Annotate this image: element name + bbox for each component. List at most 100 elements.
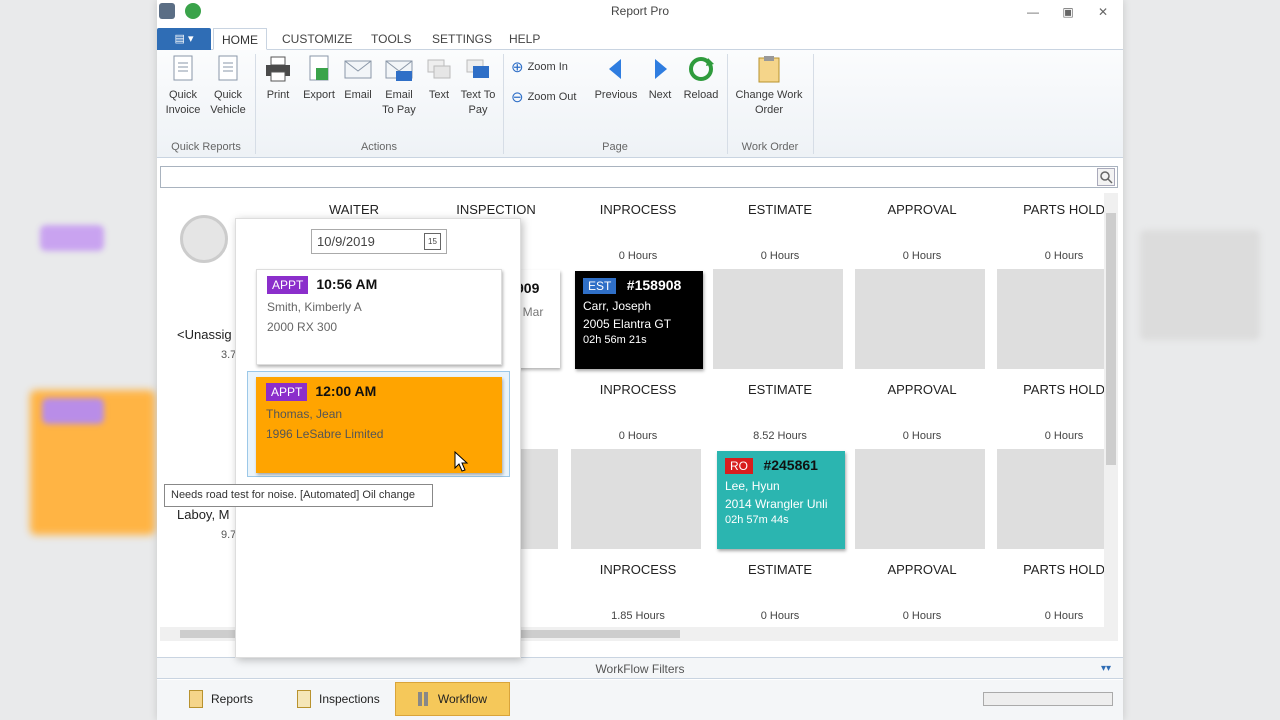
- unassigned-hours: 3.7: [221, 349, 237, 361]
- tab-customize[interactable]: CUSTOMIZE: [274, 28, 360, 50]
- work-order-card[interactable]: EST #158908 Carr, Joseph 2005 Elantra GT…: [575, 271, 703, 369]
- tab-inspections[interactable]: Inspections: [275, 682, 402, 716]
- window-title: Report Pro: [610, 4, 670, 18]
- ribbon-separator: [727, 54, 728, 154]
- tech-hours: 9.7: [221, 529, 237, 541]
- reload-button[interactable]: Reload: [681, 54, 721, 103]
- column-header-approval: APPROVAL: [887, 562, 957, 577]
- empty-slot: [571, 449, 701, 549]
- zoom-in-icon: ⊕: [511, 59, 524, 76]
- calendar-icon[interactable]: 15: [424, 233, 441, 250]
- email-to-pay-label: Email To Pay: [382, 89, 416, 116]
- chevron-down-icon[interactable]: ▾▾: [1101, 658, 1111, 680]
- zoom-in-button[interactable]: ⊕ Zoom In: [511, 58, 568, 76]
- card-tag: EST: [583, 278, 617, 294]
- export-icon: [304, 54, 334, 84]
- zoom-out-button[interactable]: ⊖ Zoom Out: [511, 88, 576, 106]
- group-label-work-order: Work Order: [741, 141, 799, 153]
- workflow-filters-bar[interactable]: WorkFlow Filters ▾▾: [157, 657, 1123, 679]
- search-icon[interactable]: [1097, 168, 1115, 186]
- column-hours: 0 Hours: [1044, 430, 1084, 442]
- column-header-parts-hold: PARTS HOLD: [1023, 382, 1105, 397]
- workflow-filters-label: WorkFlow Filters: [595, 662, 685, 676]
- change-work-order-label: Change Work Order: [735, 89, 803, 116]
- printer-icon: [263, 54, 293, 84]
- card-customer: Lee, Hyun: [725, 479, 780, 493]
- maximize-icon[interactable]: ▣: [1060, 4, 1076, 20]
- tab-help[interactable]: HELP: [501, 28, 548, 50]
- tab-inspections-label: Inspections: [319, 692, 380, 706]
- clipboard-icon: [189, 690, 203, 708]
- text-to-pay-button[interactable]: Text To Pay: [457, 54, 499, 118]
- quick-invoice-button[interactable]: Quick Invoice: [163, 54, 203, 118]
- card-elapsed: 02h 57m 44s: [725, 514, 789, 526]
- work-order-card[interactable]: RO #245861 Lee, Hyun 2014 Wrangler Unli …: [717, 451, 845, 549]
- appointment-time: 10:56 AM: [316, 276, 378, 292]
- unassigned-label: <Unassig: [177, 327, 232, 342]
- appointment-card[interactable]: APPT 10:56 AM Smith, Kimberly A 2000 RX 3…: [256, 269, 502, 365]
- email-button[interactable]: Email: [341, 54, 375, 103]
- title-bar: Report Pro — ▣ ✕: [157, 0, 1123, 24]
- card-vehicle: 2005 Elantra GT: [583, 317, 672, 331]
- tab-home[interactable]: HOME: [213, 28, 267, 50]
- appointment-vehicle: 2000 RX 300: [267, 320, 338, 334]
- group-label-page: Page: [602, 141, 628, 153]
- ribbon-separator: [813, 54, 814, 154]
- zoom-in-label: Zoom In: [527, 61, 568, 73]
- reload-label: Reload: [683, 89, 719, 101]
- close-icon[interactable]: ✕: [1095, 4, 1111, 20]
- card-elapsed: 02h 56m 21s: [583, 334, 647, 346]
- column-header-waiter: WAITER: [328, 202, 380, 217]
- envelope-pay-icon: [384, 54, 414, 84]
- column-header-estimate: ESTIMATE: [747, 562, 813, 577]
- export-button[interactable]: Export: [299, 54, 339, 103]
- date-picker[interactable]: 10/9/2019 15: [311, 229, 447, 254]
- change-work-order-button[interactable]: Change Work Order: [733, 54, 805, 118]
- tab-workflow[interactable]: Workflow: [395, 682, 510, 716]
- appointment-customer: Smith, Kimberly A: [267, 300, 362, 314]
- grid-icon: [418, 692, 430, 706]
- appointment-time: 12:00 AM: [315, 383, 377, 399]
- appointments-popup: 10/9/2019 15 APPT 10:56 AM Smith, Kimberl…: [235, 218, 521, 658]
- date-value: 10/9/2019: [317, 234, 375, 249]
- tab-reports[interactable]: Reports: [167, 682, 275, 716]
- ribbon: Quick Invoice Quick Vehicle Quick Report…: [157, 50, 1123, 158]
- email-to-pay-button[interactable]: Email To Pay: [379, 54, 419, 118]
- group-label-actions: Actions: [360, 141, 398, 153]
- column-header-inspection: INSPECTION: [456, 202, 536, 217]
- partial-card[interactable]: 909 t Mar: [516, 270, 560, 368]
- previous-button[interactable]: Previous: [591, 54, 641, 103]
- column-hours: 0 Hours: [618, 430, 658, 442]
- tab-tools[interactable]: TOOLS: [363, 28, 419, 50]
- print-button[interactable]: Print: [261, 54, 295, 103]
- column-header-inprocess: INPROCESS: [599, 382, 677, 397]
- text-button[interactable]: Text: [423, 54, 455, 103]
- export-label: Export: [303, 89, 335, 101]
- appointment-customer: Thomas, Jean: [266, 407, 343, 421]
- arrow-right-icon: [645, 54, 675, 84]
- tooltip: Needs road test for noise. [Automated] O…: [164, 484, 433, 507]
- column-header-estimate: ESTIMATE: [747, 202, 813, 217]
- appointment-vehicle: 1996 LeSabre Limited: [266, 427, 384, 441]
- next-button[interactable]: Next: [645, 54, 675, 103]
- column-hours: 8.52 Hours: [753, 430, 807, 442]
- checklist-icon: [297, 690, 311, 708]
- chat-pay-icon: [463, 54, 493, 84]
- column-hours: 1.85 Hours: [611, 610, 665, 622]
- ribbon-separator: [503, 54, 504, 154]
- reload-icon: [686, 54, 716, 84]
- appointment-tag: APPT: [266, 383, 308, 401]
- column-hours: 0 Hours: [760, 610, 800, 622]
- minimize-icon[interactable]: —: [1025, 4, 1041, 20]
- column-header-approval: APPROVAL: [887, 202, 957, 217]
- column-header-approval: APPROVAL: [887, 382, 957, 397]
- search-input[interactable]: [160, 166, 1118, 188]
- tab-settings[interactable]: SETTINGS: [424, 28, 500, 50]
- file-menu-button[interactable]: ▤ ▾: [157, 28, 211, 50]
- tech-name: Laboy, M: [177, 507, 230, 522]
- vertical-scrollbar[interactable]: [1104, 193, 1118, 641]
- quick-vehicle-button[interactable]: Quick Vehicle: [208, 54, 248, 118]
- text-label: Text: [428, 89, 450, 101]
- column-header-parts-hold: PARTS HOLD: [1023, 202, 1105, 217]
- scrollbar-thumb[interactable]: [1106, 213, 1116, 465]
